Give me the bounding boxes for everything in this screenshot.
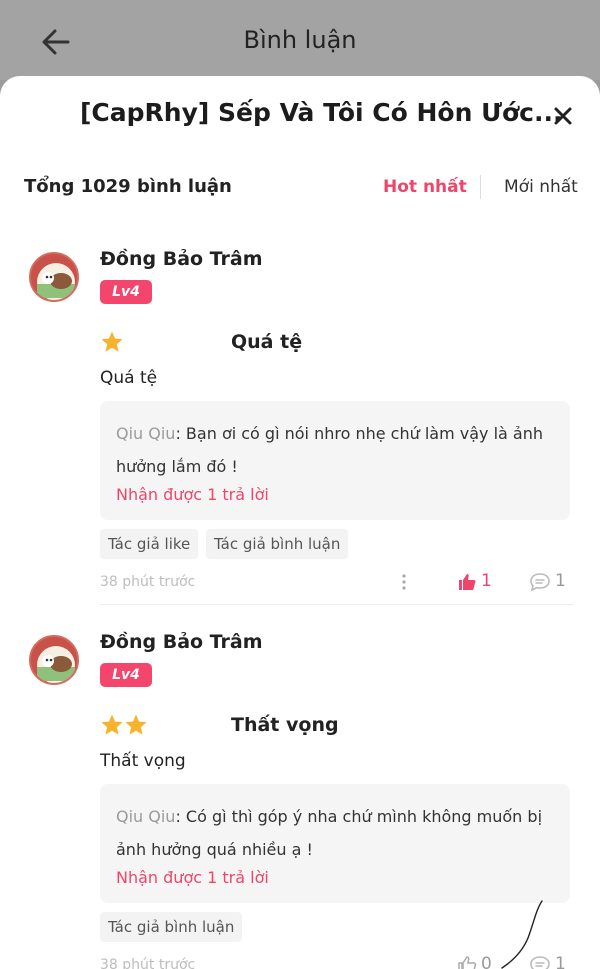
level-badge: Lv4 xyxy=(100,280,152,304)
star-rating xyxy=(100,713,150,737)
sort-newest-tab[interactable]: Mới nhất xyxy=(504,177,578,197)
reply-preview[interactable]: Qiu Qiu: Bạn ơi có gì nói nhro nhẹ chứ l… xyxy=(100,401,570,520)
rating-title: Quá tệ xyxy=(231,331,303,353)
author-comment-tag: Tác giả bình luận xyxy=(206,529,349,559)
reply-count-link[interactable]: Nhận được 1 trả lời xyxy=(116,485,269,504)
sheet-title: [CapRhy] Sếp Và Tôi Có Hôn Ước... xyxy=(80,98,563,127)
comment-bubble-icon[interactable] xyxy=(529,572,551,592)
author-like-tag: Tác giả like xyxy=(100,529,199,559)
star-icon xyxy=(101,714,147,735)
reply-preview[interactable]: Qiu Qiu: Có gì thì góp ý nha chứ mình kh… xyxy=(100,784,570,903)
avatar[interactable] xyxy=(29,252,79,302)
rating-title: Thất vọng xyxy=(231,714,339,736)
scribble-mark xyxy=(501,900,543,969)
comments-sheet: [CapRhy] Sếp Và Tôi Có Hôn Ước... Tổng 1… xyxy=(0,76,600,969)
author-comment-tag: Tác giả bình luận xyxy=(100,912,243,942)
comment-text: Thất vọng xyxy=(100,751,186,771)
timestamp: 38 phút trước xyxy=(100,574,196,590)
thumbs-up-icon[interactable] xyxy=(457,955,477,969)
reply-body: : Bạn ơi có gì nói nhro nhẹ chứ làm vậy … xyxy=(116,424,544,476)
page-title: Bình luận xyxy=(243,26,357,54)
sort-divider xyxy=(480,175,481,199)
divider xyxy=(100,604,574,605)
app-header: Bình luận xyxy=(0,0,600,80)
star-rating xyxy=(100,330,124,354)
username[interactable]: Đồng Bảo Trâm xyxy=(100,631,263,653)
comment-total: Tổng 1029 bình luận xyxy=(24,176,232,197)
reply-count: 1 xyxy=(555,954,566,969)
reply-body: : Có gì thì góp ý nha chứ mình không muố… xyxy=(116,807,543,859)
reply-count-link[interactable]: Nhận được 1 trả lời xyxy=(116,868,269,887)
avatar[interactable] xyxy=(29,635,79,685)
like-count: 1 xyxy=(481,571,492,591)
close-icon[interactable] xyxy=(549,102,577,130)
reply-author[interactable]: Qiu Qiu xyxy=(116,424,175,443)
reply-author[interactable]: Qiu Qiu xyxy=(116,807,175,826)
reply-text: Qiu Qiu: Bạn ơi có gì nói nhro nhẹ chứ l… xyxy=(116,417,558,483)
thumbs-up-icon[interactable] xyxy=(457,572,477,592)
sort-hot-tab[interactable]: Hot nhất xyxy=(383,177,467,197)
star-icon xyxy=(101,331,123,352)
username[interactable]: Đồng Bảo Trâm xyxy=(100,248,263,270)
comment-text: Quá tệ xyxy=(100,368,158,388)
timestamp: 38 phút trước xyxy=(100,957,196,969)
more-options-icon[interactable] xyxy=(400,573,408,591)
reply-text: Qiu Qiu: Có gì thì góp ý nha chứ mình kh… xyxy=(116,800,558,866)
reply-count: 1 xyxy=(555,571,566,591)
level-badge: Lv4 xyxy=(100,663,152,687)
